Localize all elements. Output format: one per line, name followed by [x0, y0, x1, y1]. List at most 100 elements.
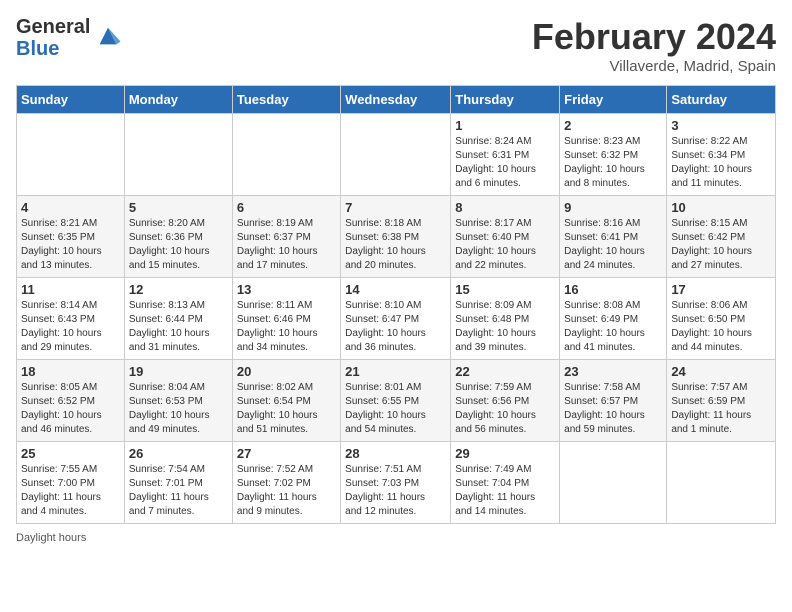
day-info: Sunrise: 8:21 AM Sunset: 6:35 PM Dayligh… — [21, 217, 120, 273]
table-row: 14Sunrise: 8:10 AM Sunset: 6:47 PM Dayli… — [341, 278, 451, 360]
calendar-week-row: 18 Sunrise: 8:05 AM Sunset: 6:52 PM Dayli… — [17, 360, 776, 442]
table-row: 4 Sunrise: 8:21 AM Sunset: 6:35 PM Daylig… — [17, 196, 125, 278]
calendar-week-row: 1Sunrise: 8:24 AM Sunset: 6:31 PM Daylig… — [17, 114, 776, 196]
day-info: Sunrise: 8:22 AM Sunset: 6:34 PM Dayligh… — [671, 135, 771, 191]
day-info: Sunrise: 7:52 AM Sunset: 7:02 PM Dayligh… — [237, 463, 336, 519]
footer: Daylight hours — [16, 532, 776, 544]
day-info: Sunrise: 8:15 AM Sunset: 6:42 PM Dayligh… — [671, 217, 771, 273]
table-row: 10Sunrise: 8:15 AM Sunset: 6:42 PM Dayli… — [667, 196, 776, 278]
table-row: 15Sunrise: 8:09 AM Sunset: 6:48 PM Dayli… — [451, 278, 560, 360]
table-row: 17 Sunrise: 8:06 AM Sunset: 6:50 PM Dayli… — [667, 278, 776, 360]
day-info: Sunrise: 8:02 AM Sunset: 6:54 PM Dayligh… — [237, 381, 336, 437]
table-row: 2 Sunrise: 8:23 AM Sunset: 6:32 PM Daylig… — [560, 114, 667, 196]
table-row: 21Sunrise: 8:01 AM Sunset: 6:55 PM Dayli… — [341, 360, 451, 442]
day-number: 9 — [564, 200, 662, 215]
table-row: 22 Sunrise: 7:59 AM Sunset: 6:56 PM Dayli… — [451, 360, 560, 442]
day-number: 17 — [671, 282, 771, 297]
table-row: 27 Sunrise: 7:52 AM Sunset: 7:02 PM Dayli… — [232, 442, 340, 524]
day-number: 16 — [564, 282, 662, 297]
table-row — [232, 114, 340, 196]
logo-general: General — [16, 16, 90, 38]
day-number: 27 — [237, 446, 336, 461]
location-subtitle: Villaverde, Madrid, Spain — [532, 58, 776, 75]
day-number: 12 — [129, 282, 228, 297]
day-info: Sunrise: 8:08 AM Sunset: 6:49 PM Dayligh… — [564, 299, 662, 355]
table-row: 26 Sunrise: 7:54 AM Sunset: 7:01 PM Dayli… — [124, 442, 232, 524]
table-row: 1Sunrise: 8:24 AM Sunset: 6:31 PM Daylig… — [451, 114, 560, 196]
table-row: 29Sunrise: 7:49 AM Sunset: 7:04 PM Dayli… — [451, 442, 560, 524]
logo-text: General Blue — [16, 16, 90, 60]
day-number: 4 — [21, 200, 120, 215]
col-saturday: Saturday — [667, 86, 776, 114]
col-wednesday: Wednesday — [341, 86, 451, 114]
day-info: Sunrise: 7:59 AM Sunset: 6:56 PM Dayligh… — [455, 381, 555, 437]
table-row — [341, 114, 451, 196]
table-row: 18 Sunrise: 8:05 AM Sunset: 6:52 PM Dayli… — [17, 360, 125, 442]
table-row: 8 Sunrise: 8:17 AM Sunset: 6:40 PM Daylig… — [451, 196, 560, 278]
calendar-week-row: 25 Sunrise: 7:55 AM Sunset: 7:00 PM Dayli… — [17, 442, 776, 524]
day-number: 2 — [564, 118, 662, 133]
day-info: Sunrise: 8:23 AM Sunset: 6:32 PM Dayligh… — [564, 135, 662, 191]
day-info: Sunrise: 8:14 AM Sunset: 6:43 PM Dayligh… — [21, 299, 120, 355]
day-number: 6 — [237, 200, 336, 215]
day-number: 8 — [455, 200, 555, 215]
day-info: Sunrise: 8:10 AM Sunset: 6:47 PM Dayligh… — [345, 299, 446, 355]
day-info: Sunrise: 8:06 AM Sunset: 6:50 PM Dayligh… — [671, 299, 771, 355]
table-row: 3 Sunrise: 8:22 AM Sunset: 6:34 PM Daylig… — [667, 114, 776, 196]
table-row: 20Sunrise: 8:02 AM Sunset: 6:54 PM Dayli… — [232, 360, 340, 442]
calendar-week-row: 4 Sunrise: 8:21 AM Sunset: 6:35 PM Daylig… — [17, 196, 776, 278]
col-sunday: Sunday — [17, 86, 125, 114]
table-row: 6Sunrise: 8:19 AM Sunset: 6:37 PM Daylig… — [232, 196, 340, 278]
day-info: Sunrise: 8:05 AM Sunset: 6:52 PM Dayligh… — [21, 381, 120, 437]
footer-text: Daylight hours — [16, 532, 86, 544]
table-row: 24 Sunrise: 7:57 AM Sunset: 6:59 PM Dayli… — [667, 360, 776, 442]
calendar-week-row: 11 Sunrise: 8:14 AM Sunset: 6:43 PM Dayli… — [17, 278, 776, 360]
day-info: Sunrise: 7:54 AM Sunset: 7:01 PM Dayligh… — [129, 463, 228, 519]
day-info: Sunrise: 8:16 AM Sunset: 6:41 PM Dayligh… — [564, 217, 662, 273]
table-row: 19 Sunrise: 8:04 AM Sunset: 6:53 PM Dayli… — [124, 360, 232, 442]
day-number: 1 — [455, 118, 555, 133]
day-info: Sunrise: 8:20 AM Sunset: 6:36 PM Dayligh… — [129, 217, 228, 273]
day-number: 7 — [345, 200, 446, 215]
table-row: 7Sunrise: 8:18 AM Sunset: 6:38 PM Daylig… — [341, 196, 451, 278]
table-row — [17, 114, 125, 196]
day-info: Sunrise: 7:57 AM Sunset: 6:59 PM Dayligh… — [671, 381, 771, 437]
table-row: 28 Sunrise: 7:51 AM Sunset: 7:03 PM Dayli… — [341, 442, 451, 524]
month-year-title: February 2024 — [532, 16, 776, 58]
day-info: Sunrise: 7:55 AM Sunset: 7:00 PM Dayligh… — [21, 463, 120, 519]
day-number: 23 — [564, 364, 662, 379]
day-info: Sunrise: 8:11 AM Sunset: 6:46 PM Dayligh… — [237, 299, 336, 355]
day-number: 13 — [237, 282, 336, 297]
day-number: 11 — [21, 282, 120, 297]
day-number: 28 — [345, 446, 446, 461]
day-info: Sunrise: 8:17 AM Sunset: 6:40 PM Dayligh… — [455, 217, 555, 273]
col-thursday: Thursday — [451, 86, 560, 114]
col-tuesday: Tuesday — [232, 86, 340, 114]
page-header: General Blue February 2024 Villaverde, M… — [16, 16, 776, 75]
table-row: 23 Sunrise: 7:58 AM Sunset: 6:57 PM Dayli… — [560, 360, 667, 442]
title-block: February 2024 Villaverde, Madrid, Spain — [532, 16, 776, 75]
day-number: 25 — [21, 446, 120, 461]
day-info: Sunrise: 7:49 AM Sunset: 7:04 PM Dayligh… — [455, 463, 555, 519]
day-info: Sunrise: 8:04 AM Sunset: 6:53 PM Dayligh… — [129, 381, 228, 437]
day-info: Sunrise: 8:01 AM Sunset: 6:55 PM Dayligh… — [345, 381, 446, 437]
day-number: 18 — [21, 364, 120, 379]
logo-icon — [94, 22, 122, 50]
table-row: 9 Sunrise: 8:16 AM Sunset: 6:41 PM Daylig… — [560, 196, 667, 278]
logo: General Blue — [16, 16, 122, 60]
table-row: 12Sunrise: 8:13 AM Sunset: 6:44 PM Dayli… — [124, 278, 232, 360]
col-monday: Monday — [124, 86, 232, 114]
day-info: Sunrise: 8:09 AM Sunset: 6:48 PM Dayligh… — [455, 299, 555, 355]
logo-blue: Blue — [16, 38, 90, 60]
day-number: 3 — [671, 118, 771, 133]
day-info: Sunrise: 7:58 AM Sunset: 6:57 PM Dayligh… — [564, 381, 662, 437]
day-number: 19 — [129, 364, 228, 379]
day-number: 26 — [129, 446, 228, 461]
table-row — [560, 442, 667, 524]
day-number: 22 — [455, 364, 555, 379]
day-number: 24 — [671, 364, 771, 379]
day-info: Sunrise: 7:51 AM Sunset: 7:03 PM Dayligh… — [345, 463, 446, 519]
col-friday: Friday — [560, 86, 667, 114]
table-row: 13 Sunrise: 8:11 AM Sunset: 6:46 PM Dayli… — [232, 278, 340, 360]
table-row — [124, 114, 232, 196]
